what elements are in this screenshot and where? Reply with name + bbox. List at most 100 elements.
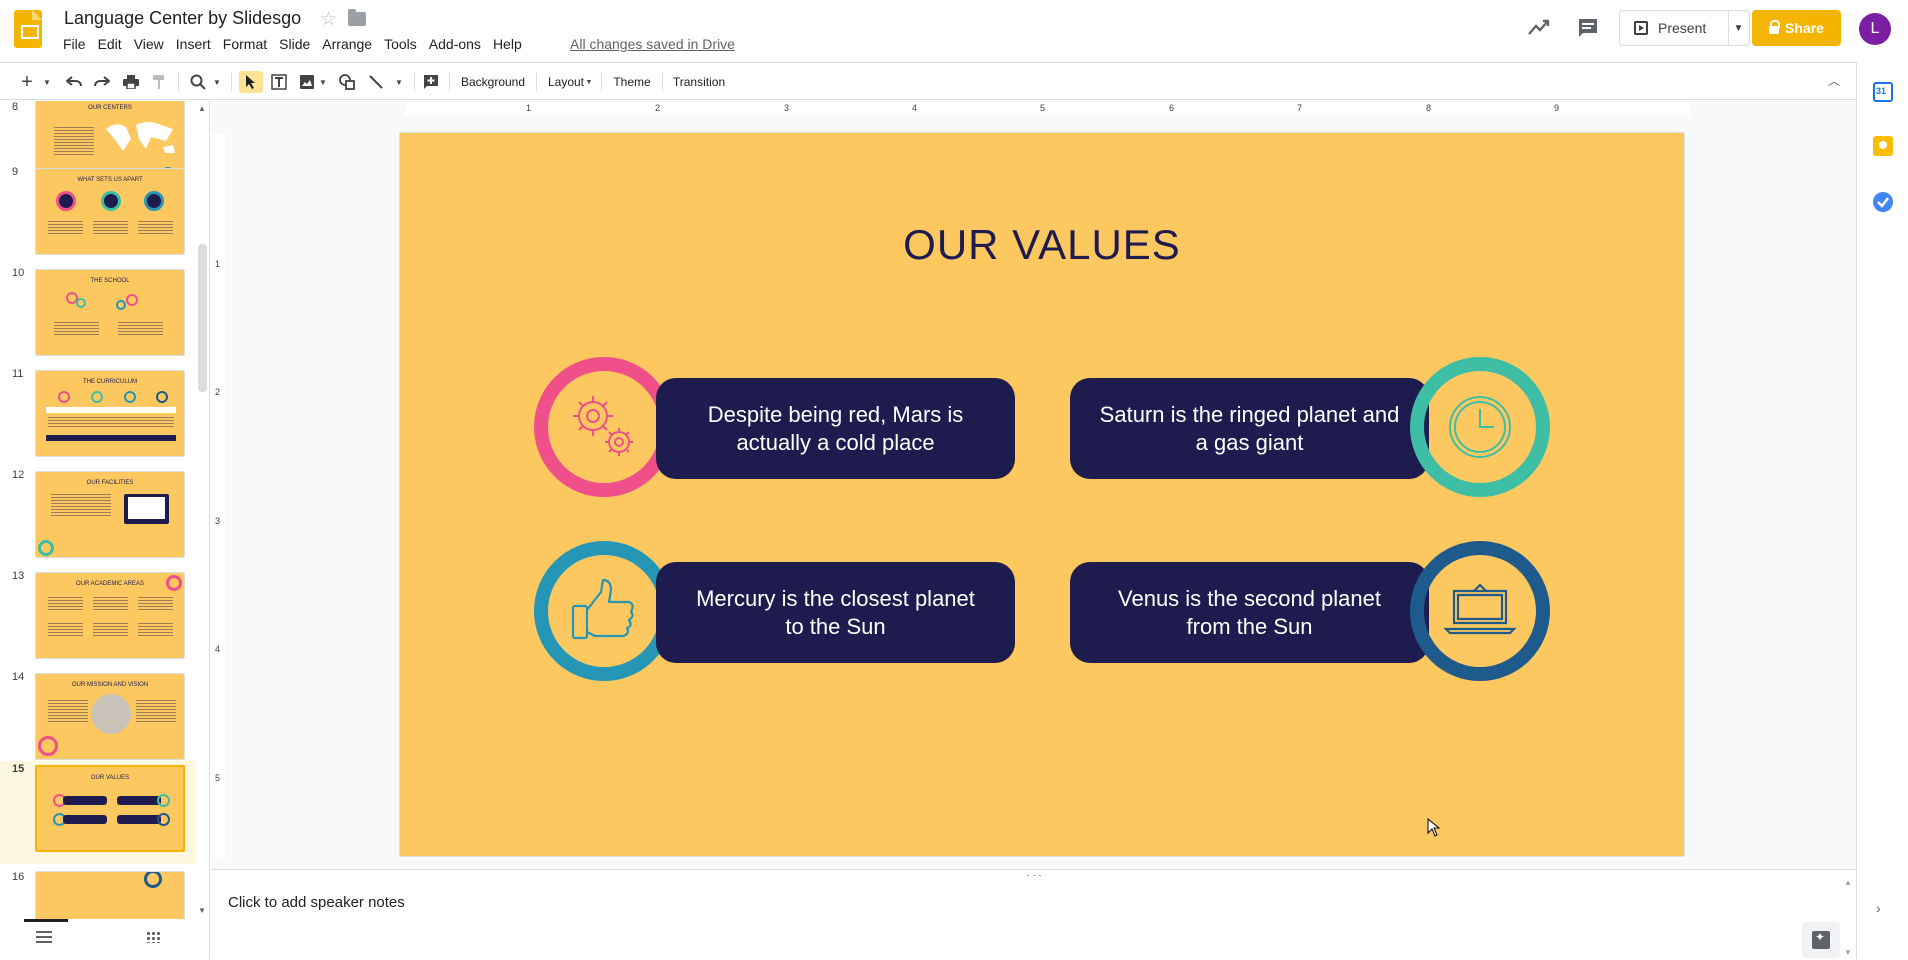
explore-button[interactable] (1802, 922, 1840, 958)
decor-ring (157, 813, 170, 826)
image-dropdown-icon[interactable]: ▼ (318, 71, 328, 93)
calendar-icon[interactable]: 31 (1873, 82, 1893, 102)
thumbnail-card (117, 815, 161, 824)
current-slide-canvas[interactable]: OUR VALUES Despite being red, Mars is ac… (400, 133, 1684, 856)
present-options-dropdown[interactable]: ▼ (1728, 10, 1750, 46)
slides-logo[interactable] (14, 10, 42, 48)
thumbnail-title: OUR MISSION AND VISION (36, 682, 184, 688)
clock-icon (1440, 387, 1520, 467)
value-card-mars[interactable]: Despite being red, Mars is actually a co… (656, 378, 1015, 479)
thumbnail-text (93, 623, 128, 637)
theme-button[interactable]: Theme (609, 71, 655, 93)
side-panel: 31 › (1856, 62, 1908, 959)
folder-icon[interactable] (348, 12, 366, 26)
slide-thumbnail-10[interactable]: 10 THE SCHOOL (0, 267, 198, 368)
value-card-mercury[interactable]: Mercury is the closest planet to the Sun (656, 562, 1015, 663)
decor-ring (144, 191, 164, 211)
ruler-mark: 9 (1554, 103, 1559, 113)
grid-view-icon[interactable] (146, 931, 160, 943)
decor-ring (56, 191, 76, 211)
scroll-down-icon[interactable]: ▼ (1844, 948, 1852, 957)
menu-file[interactable]: File (57, 35, 92, 53)
ruler-active-area (211, 134, 225, 857)
zoom-dropdown-icon[interactable]: ▼ (212, 71, 222, 93)
menu-format[interactable]: Format (217, 35, 273, 53)
scroll-up-icon[interactable]: ▲ (1844, 878, 1852, 887)
scroll-down-icon[interactable]: ▼ (198, 906, 206, 915)
decor-ring (58, 391, 70, 403)
thumbnail-title: OUR FACILITIES (36, 480, 184, 486)
slide-thumbnail-13[interactable]: 13 OUR ACADEMIC AREAS (0, 570, 198, 671)
toolbar-separator (662, 73, 663, 91)
new-slide-icon[interactable]: + (18, 71, 36, 93)
star-icon[interactable]: ☆ (320, 8, 337, 31)
slide-number: 8 (12, 101, 18, 113)
paint-format-icon[interactable] (149, 71, 169, 93)
menu-help[interactable]: Help (487, 35, 528, 53)
shape-icon[interactable] (337, 71, 357, 93)
menu-slide[interactable]: Slide (273, 35, 316, 53)
present-button[interactable]: Present (1619, 10, 1729, 46)
tasks-icon[interactable] (1873, 192, 1893, 212)
slide-number: 16 (12, 871, 24, 883)
ruler-mark: 8 (1426, 103, 1431, 113)
menu-tools[interactable]: Tools (378, 35, 423, 53)
background-button[interactable]: Background (458, 71, 528, 93)
menu-view[interactable]: View (128, 35, 170, 53)
thumbnail-text (48, 221, 83, 235)
ruler-mark: 5 (215, 773, 220, 783)
slide-thumbnail-11[interactable]: 11 THE CURRICULUM (0, 368, 198, 469)
document-title[interactable]: Language Center by Slidesgo (64, 8, 301, 29)
thumbnail-text (51, 494, 111, 516)
expand-side-panel-icon[interactable]: › (1876, 900, 1881, 916)
line-dropdown-icon[interactable]: ▼ (394, 71, 404, 93)
new-slide-dropdown-icon[interactable]: ▼ (42, 71, 52, 93)
image-icon[interactable] (297, 71, 317, 93)
slide-thumbnail-9[interactable]: 9 WHAT SETS US APART (0, 166, 198, 267)
slide-thumbnail-15[interactable]: 15 OUR VALUES (0, 761, 198, 864)
keep-icon[interactable] (1873, 136, 1893, 156)
thumbnail-text (93, 221, 128, 235)
print-icon[interactable] (121, 71, 141, 93)
line-icon[interactable] (366, 71, 386, 93)
scroll-up-icon[interactable]: ▲ (198, 104, 206, 113)
share-label: Share (1785, 20, 1824, 36)
select-tool-icon[interactable] (239, 71, 263, 93)
zoom-icon[interactable] (188, 71, 208, 93)
add-comment-icon[interactable] (421, 71, 441, 93)
collapse-toolbar-icon[interactable]: ︿ (1828, 72, 1840, 89)
transition-button[interactable]: Transition (669, 71, 729, 93)
undo-icon[interactable] (64, 71, 84, 93)
redo-icon[interactable] (92, 71, 112, 93)
notes-resize-handle[interactable] (1025, 874, 1043, 877)
comment-icon[interactable] (1577, 17, 1599, 39)
activity-trend-icon[interactable] (1527, 16, 1551, 38)
thumbnail-title: WHAT SETS US APART (36, 177, 184, 183)
value-card-venus[interactable]: Venus is the second planet from the Sun (1070, 562, 1429, 663)
notes-scrollbar[interactable]: ▲ ▼ (1841, 870, 1856, 960)
menu-edit[interactable]: Edit (92, 35, 128, 53)
scrollbar-thumb[interactable] (198, 244, 207, 392)
speaker-notes-input[interactable]: Click to add speaker notes (228, 894, 405, 911)
menu-addons[interactable]: Add-ons (423, 35, 487, 53)
slide-thumbnail-12[interactable]: 12 OUR FACILITIES (0, 469, 198, 570)
ruler-mark: 4 (215, 644, 220, 654)
save-status-link[interactable]: All changes saved in Drive (570, 36, 735, 52)
thumbnail-title: OUR ACADEMIC AREAS (36, 581, 184, 587)
account-avatar[interactable]: L (1859, 13, 1891, 45)
menu-arrange[interactable]: Arrange (316, 35, 378, 53)
value-card-saturn[interactable]: Saturn is the ringed planet and a gas gi… (1070, 378, 1429, 479)
list-view-icon[interactable] (36, 931, 52, 943)
filmstrip-scrollbar[interactable]: ▲ ▼ (196, 102, 209, 918)
slide-thumbnail-14[interactable]: 14 OUR MISSION AND VISION (0, 671, 198, 772)
slide-title[interactable]: OUR VALUES (400, 221, 1684, 269)
layout-dropdown-icon[interactable]: ▼ (585, 71, 593, 93)
share-button[interactable]: Share (1752, 10, 1841, 46)
menu-insert[interactable]: Insert (170, 35, 217, 53)
decor-ring (76, 298, 86, 308)
thumbnail-image: OUR ACADEMIC AREAS (35, 572, 185, 659)
layout-button[interactable]: Layout (544, 71, 588, 93)
slide-thumbnail-16[interactable]: 16 (0, 865, 198, 919)
speaker-notes-panel: Click to add speaker notes ▲ ▼ (211, 869, 1856, 959)
text-box-icon[interactable] (269, 71, 289, 93)
